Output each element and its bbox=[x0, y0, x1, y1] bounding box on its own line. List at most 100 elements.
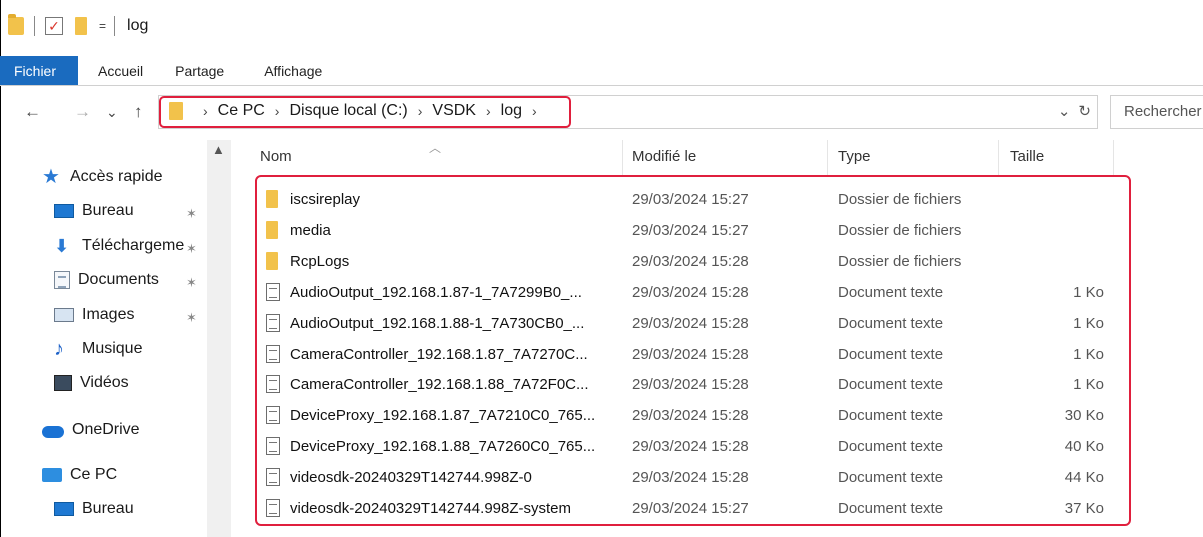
properties-check-icon[interactable]: ✓ bbox=[45, 17, 63, 35]
sidebar-item-ce-pc[interactable]: Ce PC bbox=[42, 466, 117, 484]
sidebar-item-bureau-pc[interactable]: Bureau bbox=[54, 500, 134, 518]
pin-icon: ✶ bbox=[186, 310, 197, 325]
file-row[interactable]: media 29/03/2024 15:27 Dossier de fichiers bbox=[260, 215, 1120, 246]
file-modified: 29/03/2024 15:28 bbox=[632, 469, 749, 487]
sidebar-item-onedrive[interactable]: OneDrive bbox=[42, 421, 140, 439]
sidebar-item-label: Images bbox=[82, 306, 135, 323]
back-arrow-icon[interactable]: ← bbox=[24, 102, 41, 122]
file-modified: 29/03/2024 15:28 bbox=[632, 252, 749, 270]
folder-icon bbox=[266, 220, 278, 239]
sidebar-item-bureau[interactable]: Bureau bbox=[54, 202, 134, 220]
file-row[interactable]: videosdk-20240329T142744.998Z-system 29/0… bbox=[260, 493, 1120, 524]
column-header-type[interactable]: Type bbox=[838, 140, 988, 174]
chevron-right-icon[interactable]: › bbox=[275, 103, 280, 119]
chevron-right-icon[interactable]: › bbox=[532, 103, 537, 119]
sidebar-item-label: Musique bbox=[82, 340, 143, 357]
column-divider[interactable] bbox=[827, 140, 828, 176]
column-header-modified[interactable]: Modifié le bbox=[632, 140, 822, 174]
sidebar-scrollbar[interactable]: ▲ bbox=[207, 140, 231, 537]
file-size: 1 Ko bbox=[1073, 345, 1104, 363]
file-row[interactable]: CameraController_192.168.1.87_7A7270C...… bbox=[260, 339, 1120, 370]
file-modified: 29/03/2024 15:28 bbox=[632, 314, 749, 332]
chevron-right-icon[interactable]: › bbox=[418, 103, 423, 119]
tab-partage[interactable]: Partage bbox=[163, 56, 244, 85]
videos-icon bbox=[54, 375, 72, 391]
address-dropdown-icon[interactable]: ⌄ bbox=[1058, 102, 1071, 120]
file-name: DeviceProxy_192.168.1.87_7A7210C0_765... bbox=[290, 407, 596, 425]
file-type: Dossier de fichiers bbox=[838, 221, 962, 239]
file-size: 1 Ko bbox=[1073, 283, 1104, 301]
file-modified: 29/03/2024 15:28 bbox=[632, 438, 749, 456]
file-name: videosdk-20240329T142744.998Z-0 bbox=[290, 469, 532, 487]
file-name: AudioOutput_192.168.1.87-1_7A7299B0_... bbox=[290, 283, 582, 301]
breadcrumb-log[interactable]: log bbox=[501, 102, 522, 120]
text-file-icon bbox=[266, 406, 280, 425]
sidebar-item-telechargements[interactable]: ⬇ Téléchargeme bbox=[54, 237, 184, 255]
file-row[interactable]: DeviceProxy_192.168.1.88_7A7260C0_765...… bbox=[260, 431, 1120, 462]
new-folder-icon[interactable] bbox=[75, 17, 87, 35]
file-name: CameraController_192.168.1.88_7A72F0C... bbox=[290, 376, 589, 394]
chevron-right-icon[interactable]: › bbox=[486, 103, 491, 119]
breadcrumb-disque-local[interactable]: Disque local (C:) bbox=[289, 102, 407, 120]
file-type: Dossier de fichiers bbox=[838, 252, 962, 270]
file-row[interactable]: videosdk-20240329T142744.998Z-0 29/03/202… bbox=[260, 462, 1120, 493]
file-type: Document texte bbox=[838, 469, 944, 487]
file-type: Document texte bbox=[838, 314, 944, 332]
scroll-up-icon[interactable]: ▲ bbox=[212, 142, 225, 157]
breadcrumb-vsdk[interactable]: VSDK bbox=[432, 102, 476, 120]
documents-icon bbox=[54, 271, 70, 289]
file-type: Document texte bbox=[838, 283, 944, 301]
tab-fichier[interactable]: Fichier bbox=[0, 56, 79, 85]
text-file-icon bbox=[266, 468, 280, 487]
file-name: videosdk-20240329T142744.998Z-system bbox=[290, 500, 572, 517]
text-file-icon bbox=[266, 282, 280, 301]
column-divider[interactable] bbox=[622, 140, 623, 176]
file-size: 1 Ko bbox=[1073, 314, 1104, 332]
file-row[interactable]: DeviceProxy_192.168.1.87_7A7210C0_765...… bbox=[260, 400, 1120, 431]
file-modified: 29/03/2024 15:27 bbox=[632, 500, 749, 517]
file-row[interactable]: AudioOutput_192.168.1.87-1_7A7299B0_... 2… bbox=[260, 277, 1120, 308]
desktop-icon bbox=[54, 502, 74, 516]
file-size: 44 Ko bbox=[1064, 469, 1104, 487]
sidebar-item-acces-rapide[interactable]: ★ Accès rapide bbox=[42, 167, 163, 187]
up-arrow-icon[interactable]: ↑ bbox=[134, 102, 143, 122]
sidebar-item-musique[interactable]: ♪ Musique bbox=[54, 339, 143, 359]
breadcrumb: › Ce PC › Disque local (C:) › VSDK › log… bbox=[169, 102, 547, 120]
file-name: AudioOutput_192.168.1.88-1_7A730CB0_... bbox=[290, 314, 585, 332]
refresh-icon[interactable]: ↻ bbox=[1078, 102, 1091, 120]
file-row[interactable]: RcpLogs 29/03/2024 15:28 Dossier de fichie… bbox=[260, 246, 1120, 277]
file-modified: 29/03/2024 15:27 bbox=[632, 191, 749, 208]
column-divider[interactable] bbox=[998, 140, 999, 176]
chevron-right-icon[interactable]: › bbox=[203, 103, 208, 119]
file-name: media bbox=[290, 221, 331, 239]
sidebar-item-label: Accès rapide bbox=[70, 168, 163, 185]
text-file-icon bbox=[266, 344, 280, 363]
column-header-name[interactable]: Nom bbox=[260, 140, 620, 174]
file-row[interactable]: CameraController_192.168.1.88_7A72F0C...… bbox=[260, 369, 1120, 400]
toolbar-separator bbox=[114, 16, 116, 36]
file-type: Dossier de fichiers bbox=[838, 191, 962, 208]
column-divider[interactable] bbox=[1113, 140, 1114, 176]
forward-arrow-icon[interactable]: → bbox=[74, 102, 91, 122]
recent-locations-icon[interactable]: ⌄ bbox=[106, 104, 118, 121]
tab-accueil[interactable]: Accueil bbox=[78, 56, 163, 85]
address-actions: ⌄ ↻ bbox=[1058, 102, 1091, 120]
sidebar-item-images[interactable]: Images bbox=[54, 306, 134, 324]
sidebar-item-label: Bureau bbox=[82, 500, 134, 517]
file-row[interactable]: AudioOutput_192.168.1.88-1_7A730CB0_... 2… bbox=[260, 308, 1120, 339]
sidebar-item-documents[interactable]: Documents bbox=[54, 271, 159, 289]
breadcrumb-ce-pc[interactable]: Ce PC bbox=[218, 102, 265, 120]
file-row[interactable]: iscsireplay 29/03/2024 15:27 Dossier de fi… bbox=[260, 184, 1120, 215]
tab-affichage[interactable]: Affichage bbox=[244, 56, 342, 85]
text-file-icon bbox=[266, 313, 280, 332]
sidebar-item-label: Documents bbox=[78, 271, 159, 288]
column-header-size[interactable]: Taille bbox=[1010, 140, 1110, 174]
address-bar[interactable]: › Ce PC › Disque local (C:) › VSDK › log… bbox=[158, 95, 1098, 129]
text-file-icon bbox=[266, 437, 280, 456]
search-input[interactable]: Rechercher bbox=[1110, 95, 1203, 129]
file-type: Document texte bbox=[838, 407, 944, 425]
download-icon: ⬇ bbox=[54, 236, 70, 256]
quick-access-dropdown-icon[interactable]: = bbox=[99, 19, 106, 33]
file-modified: 29/03/2024 15:28 bbox=[632, 345, 749, 363]
sidebar-item-videos[interactable]: Vidéos bbox=[54, 374, 129, 392]
